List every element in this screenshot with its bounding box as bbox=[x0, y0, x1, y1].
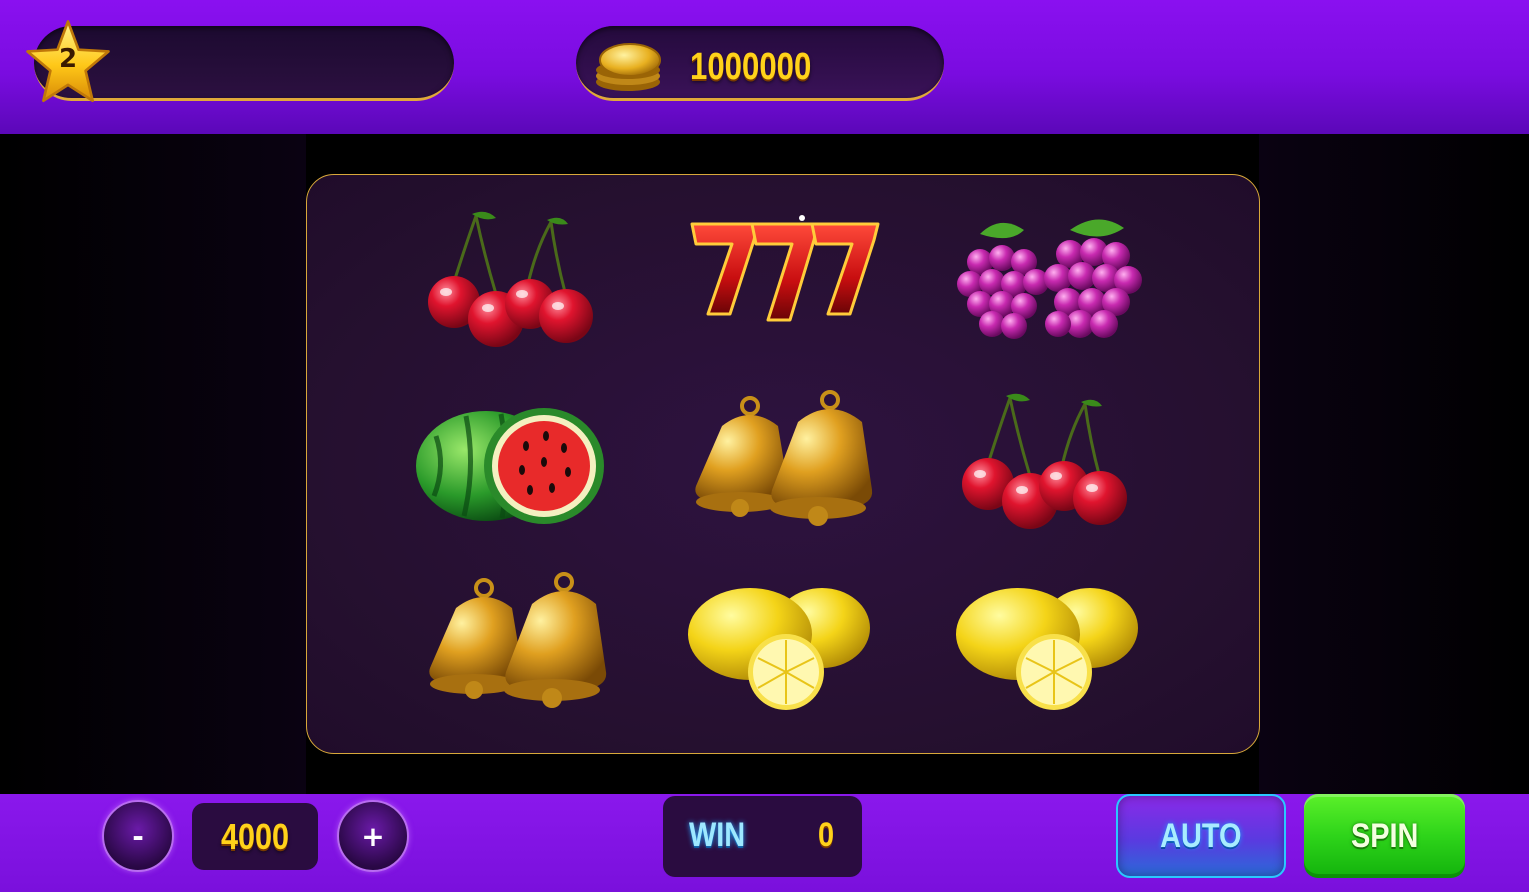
auto-spin-button[interactable]: AUTO bbox=[1116, 794, 1286, 878]
auto-label: AUTO bbox=[1160, 816, 1242, 855]
reel-1-row-1-cherries-symbol bbox=[406, 204, 626, 354]
reel-1-row-3-bells-symbol bbox=[406, 568, 626, 718]
bet-display: 4000 bbox=[192, 803, 318, 870]
reel-3-row-3-lemons-symbol bbox=[940, 568, 1160, 718]
reel-3-row-2-cherries-symbol bbox=[940, 386, 1160, 536]
increase-bet-button[interactable]: + bbox=[337, 800, 409, 872]
reel-2-row-3-lemons-symbol bbox=[672, 568, 892, 718]
balance-value: 1000000 bbox=[690, 46, 812, 88]
reel-3-row-1-grapes-symbol bbox=[940, 204, 1160, 354]
win-display: WIN 0 bbox=[663, 796, 862, 877]
level-number: 2 bbox=[58, 44, 78, 74]
spin-button[interactable]: SPIN bbox=[1304, 794, 1465, 878]
reel-1-row-2-watermelon-symbol bbox=[406, 386, 626, 536]
win-label: WIN bbox=[689, 816, 746, 854]
coin-stack-icon bbox=[596, 43, 661, 91]
decrease-bet-button[interactable]: - bbox=[102, 800, 174, 872]
spin-label: SPIN bbox=[1350, 816, 1419, 855]
reel-2-row-1-sevens-symbol bbox=[672, 204, 892, 354]
win-value: 0 bbox=[817, 816, 835, 854]
reel-2-row-2-bells-symbol bbox=[672, 386, 892, 536]
right-backdrop bbox=[1259, 134, 1529, 794]
left-backdrop bbox=[0, 134, 306, 794]
bet-value: 4000 bbox=[220, 815, 290, 857]
